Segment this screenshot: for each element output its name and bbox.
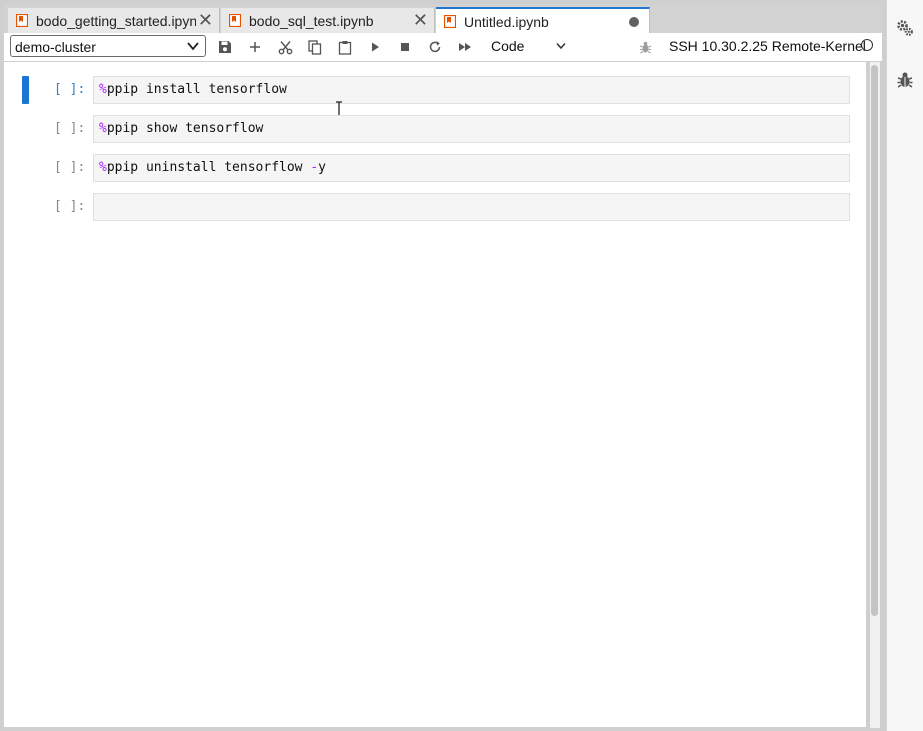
main-area: bodo_getting_started.ipynb ✕ bodo_sql_te… (4, 0, 882, 731)
close-icon[interactable]: ✕ (410, 10, 428, 30)
chevron-down-icon (187, 42, 199, 51)
tab-label: bodo_getting_started.ipynb (36, 13, 205, 29)
tab-label: Untitled.ipynb (464, 14, 549, 30)
fast-forward-icon (459, 43, 471, 51)
cell-editor[interactable]: %ppip show tensorflow (93, 115, 850, 143)
notebook-toolbar: demo-cluster Code SSH 10.30.2.25 Remote-… (4, 33, 882, 62)
right-sidebar (886, 0, 923, 731)
cluster-select[interactable]: demo-cluster (10, 35, 206, 57)
cell-code[interactable]: %ppip install tensorflow (99, 82, 287, 97)
kernel-debug-button[interactable] (636, 38, 654, 56)
code-cell[interactable]: [ ]: %ppip uninstall tensorflow -y (4, 154, 866, 183)
copy-button[interactable] (306, 38, 324, 56)
close-icon[interactable]: ✕ (195, 10, 213, 30)
restart-run-all-button[interactable] (456, 38, 474, 56)
save-icon (219, 41, 231, 53)
notebook-panel: [ ]: %ppip install tensorflow [ ]: %ppip… (4, 62, 866, 727)
refresh-icon (429, 41, 441, 53)
interrupt-button[interactable] (396, 38, 414, 56)
notebook-icon (16, 14, 28, 27)
unsaved-dot-icon[interactable] (629, 17, 639, 27)
kernel-name[interactable]: SSH 10.30.2.25 Remote-Kernel (669, 38, 866, 54)
cell-type-select[interactable]: Code (491, 38, 524, 54)
notebook-scrollbar[interactable] (870, 62, 880, 728)
bug-icon (639, 41, 651, 53)
tab-bodo-getting-started[interactable]: bodo_getting_started.ipynb ✕ (8, 8, 220, 33)
run-button[interactable] (366, 38, 384, 56)
cut-button[interactable] (276, 38, 294, 56)
cell-code[interactable]: %ppip show tensorflow (99, 121, 263, 136)
chevron-down-icon[interactable] (556, 42, 566, 50)
paste-button[interactable] (336, 38, 354, 56)
code-cell[interactable]: [ ]: (4, 193, 866, 222)
cell-editor[interactable]: %ppip uninstall tensorflow -y (93, 154, 850, 182)
notebook-icon (229, 14, 241, 27)
insert-cell-button[interactable] (246, 38, 264, 56)
cell-prompt: [ ]: (54, 82, 86, 97)
code-cell[interactable]: [ ]: %ppip install tensorflow (4, 76, 866, 117)
kernel-status-indicator (861, 39, 873, 51)
clipboard-icon (338, 40, 352, 55)
tab-bar: bodo_getting_started.ipynb ✕ bodo_sql_te… (4, 4, 882, 33)
scrollbar-thumb[interactable] (871, 65, 878, 616)
cell-prompt: [ ]: (54, 121, 86, 136)
cell-prompt: [ ]: (54, 160, 86, 175)
gear-icon (897, 20, 913, 36)
notebook-icon (444, 15, 456, 28)
tab-label: bodo_sql_test.ipynb (249, 13, 374, 29)
play-icon (372, 42, 379, 52)
cell-code[interactable]: %ppip uninstall tensorflow -y (99, 160, 326, 175)
code-cell[interactable]: [ ]: %ppip show tensorflow (4, 115, 866, 144)
save-button[interactable] (216, 38, 234, 56)
restart-button[interactable] (426, 38, 444, 56)
bug-icon (897, 72, 913, 88)
tab-untitled[interactable]: Untitled.ipynb (436, 7, 650, 33)
cell-editor[interactable] (93, 193, 850, 221)
copy-icon (308, 39, 322, 55)
cell-editor[interactable]: %ppip install tensorflow (93, 76, 850, 104)
tab-bodo-sql-test[interactable]: bodo_sql_test.ipynb ✕ (221, 8, 435, 33)
plus-icon (250, 42, 260, 52)
cell-prompt: [ ]: (54, 199, 86, 214)
cluster-select-value: demo-cluster (15, 39, 96, 55)
property-inspector-button[interactable] (896, 19, 914, 37)
active-cell-indicator (22, 76, 29, 104)
stop-icon (401, 43, 409, 51)
scissors-icon (278, 40, 292, 54)
debugger-panel-button[interactable] (896, 71, 914, 89)
